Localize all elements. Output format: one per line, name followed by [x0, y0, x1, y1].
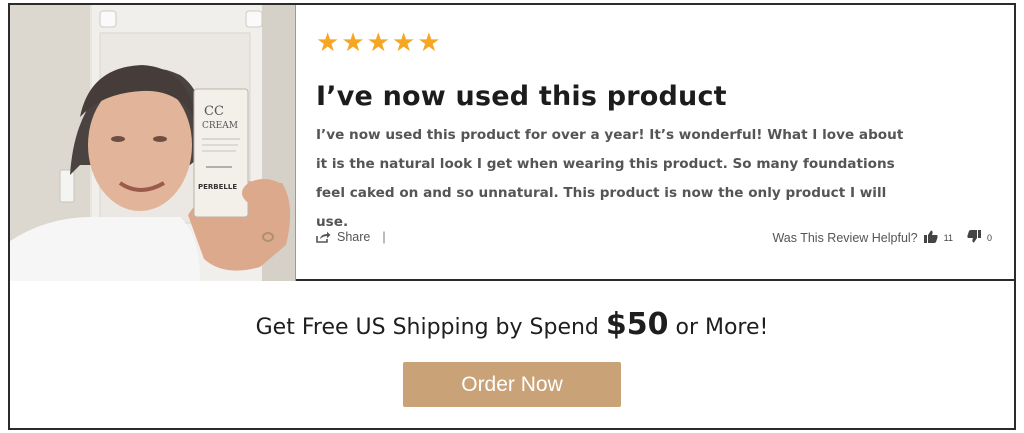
- star-icon: ★: [417, 28, 441, 58]
- star-icon: ★: [341, 28, 365, 58]
- upvote-button[interactable]: [923, 230, 938, 246]
- product-label-cc: CC: [204, 104, 224, 119]
- promo-text-before: Get Free US Shipping by Spend: [255, 315, 606, 340]
- promo-text: Get Free US Shipping by Spend $50 or Mor…: [10, 307, 1014, 342]
- downvote-button[interactable]: [967, 230, 981, 246]
- promo-price: $50: [605, 307, 669, 342]
- product-label-cream: CREAM: [202, 121, 238, 131]
- helpful-controls: Was This Review Helpful? 11 0: [772, 230, 992, 246]
- share-button[interactable]: Share |: [316, 230, 386, 244]
- review-title: I’ve now used this product: [316, 81, 727, 112]
- thumbs-down-icon: [967, 230, 981, 243]
- separator: |: [382, 230, 386, 244]
- review-section: CC CREAM PERBELLE ★ ★ ★ ★ ★ I’ve now use…: [10, 5, 1014, 281]
- downvote-count: 0: [986, 233, 992, 243]
- review-content: ★ ★ ★ ★ ★ I’ve now used this product I’v…: [316, 5, 1014, 281]
- helpful-label: Was This Review Helpful?: [772, 231, 918, 245]
- upvote-count: 11: [943, 233, 953, 243]
- shipping-promo: Get Free US Shipping by Spend $50 or Mor…: [10, 283, 1014, 428]
- promo-text-after: or More!: [668, 315, 769, 340]
- star-rating: ★ ★ ★ ★ ★: [316, 29, 441, 57]
- reviewer-photo-illustration: CC CREAM PERBELLE: [10, 5, 295, 281]
- order-now-button[interactable]: Order Now: [403, 362, 621, 407]
- star-icon: ★: [316, 28, 340, 58]
- thumbs-up-icon: [923, 230, 938, 243]
- review-body: I’ve now used this product for over a ye…: [316, 127, 904, 230]
- review-card: CC CREAM PERBELLE ★ ★ ★ ★ ★ I’ve now use…: [8, 3, 1016, 430]
- product-brand: PERBELLE: [198, 183, 237, 191]
- star-icon: ★: [366, 28, 390, 58]
- reviewer-photo: CC CREAM PERBELLE: [10, 5, 296, 281]
- share-label: Share: [337, 230, 371, 244]
- star-icon: ★: [391, 28, 416, 58]
- share-arrow-icon: [316, 231, 331, 243]
